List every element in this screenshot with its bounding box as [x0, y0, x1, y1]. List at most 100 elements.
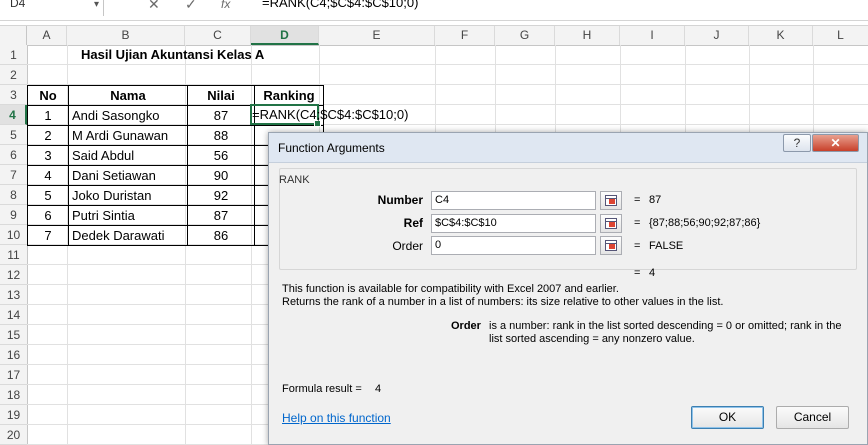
cell-no[interactable]: 4 [27, 165, 69, 186]
equals-sign: = [634, 267, 641, 279]
row-header[interactable]: 14 [0, 305, 27, 325]
row-header-bar: 1 2 3 4 5 6 7 8 9 10 11 12 13 14 15 16 1… [0, 45, 28, 445]
formula-bar: D4 ▾ ✕ ✓ fx =RANK(C4;$C$4:$C$10;0) [0, 0, 868, 21]
header-ranking[interactable]: Ranking [254, 85, 324, 106]
row-header[interactable]: 8 [0, 185, 27, 205]
header-nama[interactable]: Nama [68, 85, 188, 106]
collapse-dialog-icon[interactable] [600, 236, 622, 255]
cell-nama[interactable]: Andi Sasongko [68, 105, 188, 126]
row-header[interactable]: 11 [0, 245, 27, 265]
column-header-b[interactable]: B [67, 26, 185, 45]
row-header[interactable]: 10 [0, 225, 27, 245]
column-header-f[interactable]: F [435, 26, 495, 45]
row-header[interactable]: 4 [0, 105, 27, 125]
cell-nilai[interactable]: 87 [187, 105, 255, 126]
help-icon[interactable]: ? [783, 134, 811, 152]
cancel-button[interactable]: Cancel [776, 406, 849, 429]
arg-input-order[interactable]: 0 [431, 236, 596, 255]
name-box-value: D4 [10, 0, 26, 10]
arg-desc-label: Order [451, 320, 481, 332]
column-header-a[interactable]: A [27, 26, 67, 45]
row-header[interactable]: 5 [0, 125, 27, 145]
column-header-k[interactable]: K [749, 26, 813, 45]
arg-label-number: Number [377, 193, 423, 207]
row-header[interactable]: 15 [0, 325, 27, 345]
formula-result-value: 4 [375, 383, 382, 395]
column-header-l[interactable]: L [813, 26, 868, 45]
dialog-title: Function Arguments [278, 141, 385, 155]
function-description: Returns the rank of a number in a list o… [282, 296, 724, 308]
column-header-c[interactable]: C [185, 26, 251, 45]
row-header[interactable]: 20 [0, 425, 27, 445]
table-header-row: No Nama Nilai Ranking [27, 85, 324, 106]
row-header[interactable]: 3 [0, 85, 27, 105]
row-header[interactable]: 2 [0, 65, 27, 85]
close-icon[interactable]: ✕ [812, 134, 859, 152]
arg-result-number: 87 [649, 194, 662, 206]
select-all-corner[interactable] [0, 26, 27, 45]
column-header-g[interactable]: G [495, 26, 555, 45]
cell-nilai[interactable]: 90 [187, 165, 255, 186]
cell-no[interactable]: 7 [27, 225, 69, 246]
arg-input-number[interactable]: C4 [431, 191, 596, 210]
row-header[interactable]: 18 [0, 385, 27, 405]
row-header[interactable]: 9 [0, 205, 27, 225]
arg-input-ref[interactable]: $C$4:$C$10 [431, 214, 596, 233]
x-icon[interactable]: ✕ [148, 0, 160, 11]
collapse-dialog-icon[interactable] [600, 214, 622, 233]
equals-sign: = [634, 217, 641, 229]
row-header[interactable]: 19 [0, 405, 27, 425]
column-header-e[interactable]: E [319, 26, 435, 45]
active-cell-formula[interactable]: =RANK(C4;$C$4:$C$10;0) [252, 105, 408, 125]
equals-sign: = [634, 194, 641, 206]
equals-sign: = [634, 240, 641, 252]
dialog-title-bar[interactable]: Function Arguments ? ✕ [269, 133, 867, 163]
cell-nama[interactable]: Dani Setiawan [68, 165, 188, 186]
cell-nilai[interactable]: 88 [187, 125, 255, 146]
cell-nama[interactable]: M Ardi Gunawan [68, 125, 188, 146]
column-header-j[interactable]: J [685, 26, 749, 45]
ok-button[interactable]: OK [691, 406, 764, 429]
cell-no[interactable]: 3 [27, 145, 69, 166]
check-icon[interactable]: ✓ [185, 0, 197, 11]
row-header[interactable]: 7 [0, 165, 27, 185]
cell-nilai[interactable]: 56 [187, 145, 255, 166]
function-name: RANK [279, 174, 310, 186]
cell-no[interactable]: 2 [27, 125, 69, 146]
cell-no[interactable]: 6 [27, 205, 69, 226]
cell-nama[interactable]: Said Abdul [68, 145, 188, 166]
row-header[interactable]: 6 [0, 145, 27, 165]
sheet-title[interactable]: Hasil Ujian Akuntansi Kelas A [81, 45, 264, 65]
row-header[interactable]: 17 [0, 365, 27, 385]
arg-result-order: FALSE [649, 240, 684, 252]
formula-result-label: Formula result = [282, 383, 362, 395]
help-on-function-link[interactable]: Help on this function [282, 411, 391, 425]
row-header[interactable]: 13 [0, 285, 27, 305]
name-box[interactable]: D4 ▾ [0, 0, 104, 16]
cell-no[interactable]: 1 [27, 105, 69, 126]
chevron-down-icon[interactable]: ▾ [94, 0, 99, 12]
column-header-d[interactable]: D [251, 26, 319, 45]
column-header-h[interactable]: H [555, 26, 620, 45]
cell-nama[interactable]: Putri Sintia [68, 205, 188, 226]
header-nilai[interactable]: Nilai [187, 85, 255, 106]
column-header-i[interactable]: I [620, 26, 685, 45]
cell-no[interactable]: 5 [27, 185, 69, 206]
formula-input[interactable]: =RANK(C4;$C$4:$C$10;0) [262, 0, 418, 11]
fx-icon[interactable]: fx [221, 0, 230, 11]
column-header-bar: A B C D E F G H I J K L [0, 25, 868, 46]
arg-description: is a number: rank in the list sorted des… [489, 320, 842, 345]
arg-result-ref: {87;88;56;90;92;87;86} [649, 217, 761, 229]
row-header[interactable]: 12 [0, 265, 27, 285]
collapse-dialog-icon[interactable] [600, 191, 622, 210]
cell-nilai[interactable]: 87 [187, 205, 255, 226]
arg-label-order: Order [392, 239, 423, 253]
row-header[interactable]: 1 [0, 45, 27, 65]
function-compat-note: This function is available for compatibi… [282, 283, 619, 295]
row-header[interactable]: 16 [0, 345, 27, 365]
cell-nama[interactable]: Joko Duristan [68, 185, 188, 206]
cell-nama[interactable]: Dedek Darawati [68, 225, 188, 246]
cell-nilai[interactable]: 92 [187, 185, 255, 206]
header-no[interactable]: No [27, 85, 69, 106]
cell-nilai[interactable]: 86 [187, 225, 255, 246]
